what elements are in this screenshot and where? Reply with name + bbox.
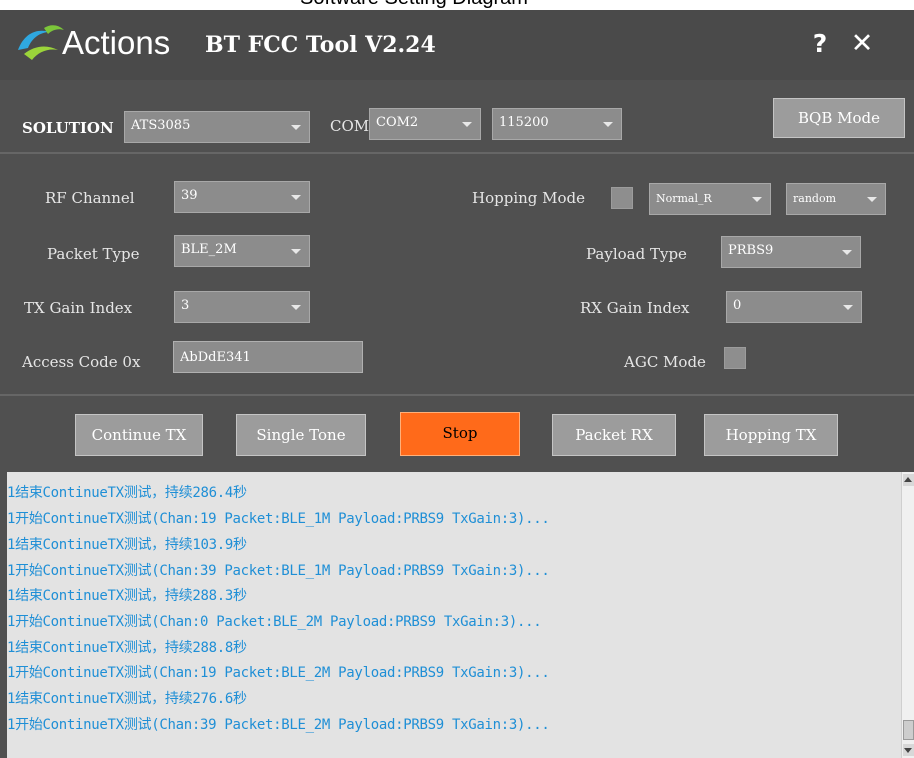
hopping-type-select[interactable]: Normal_R <box>649 183 771 215</box>
log-line: 1结束ContinueTX测试，持续286.4秒 <box>7 485 247 501</box>
single-tone-button[interactable]: Single Tone <box>236 414 366 456</box>
app-window: Actions BT FCC Tool V2.24 ? ✕ SOLUTION A… <box>0 10 914 758</box>
hopping-type-value: Normal_R <box>656 192 712 205</box>
log-line: 1开始ContinueTX测试(Chan:0 Packet:BLE_2M Pay… <box>7 614 542 630</box>
agc-mode-label: AGC Mode <box>624 353 706 371</box>
chevron-down-icon <box>843 305 853 310</box>
help-button[interactable]: ? <box>802 24 838 64</box>
close-button[interactable]: ✕ <box>844 24 880 64</box>
app-name: Actions <box>62 24 171 61</box>
app-version-title: BT FCC Tool V2.24 <box>205 32 436 58</box>
tx-gain-select[interactable]: 3 <box>174 291 310 323</box>
tx-gain-label: TX Gain Index <box>24 299 133 317</box>
com-port-select[interactable]: COM2 <box>369 108 481 140</box>
divider <box>0 394 914 396</box>
log-line: 1开始ContinueTX测试(Chan:39 Packet:BLE_2M Pa… <box>7 717 550 733</box>
payload-type-value: PRBS9 <box>728 243 774 258</box>
chevron-down-icon <box>867 197 877 202</box>
chevron-down-icon <box>291 195 301 200</box>
access-code-label: Access Code 0x <box>22 353 141 371</box>
packet-type-label: Packet Type <box>47 245 140 263</box>
chevron-down-icon <box>842 250 852 255</box>
solution-select[interactable]: ATS3085 <box>124 111 310 143</box>
chevron-down-icon <box>291 305 301 310</box>
chevron-down-icon <box>291 125 301 130</box>
baud-rate-select[interactable]: 115200 <box>492 108 622 140</box>
chevron-down-icon <box>752 197 762 202</box>
com-port-value: COM2 <box>376 115 419 130</box>
solution-label: SOLUTION <box>22 119 114 137</box>
divider <box>0 152 914 154</box>
log-line: 1结束ContinueTX测试，持续288.3秒 <box>7 588 247 604</box>
com-label: COM <box>330 117 370 135</box>
chevron-down-icon <box>462 122 472 127</box>
payload-type-label: Payload Type <box>586 245 687 263</box>
hopping-order-value: random <box>793 192 836 205</box>
title-bar: Actions BT FCC Tool V2.24 ? ✕ <box>0 10 914 80</box>
baud-rate-value: 115200 <box>499 115 549 130</box>
caption-text: Software Setting Diagram <box>300 0 528 10</box>
log-line: 1开始ContinueTX测试(Chan:19 Packet:BLE_2M Pa… <box>7 665 550 681</box>
payload-type-select[interactable]: PRBS9 <box>721 236 861 268</box>
rf-channel-value: 39 <box>181 188 198 203</box>
figure-caption: Software Setting Diagram <box>0 0 914 10</box>
bqb-mode-button[interactable]: BQB Mode <box>773 98 905 138</box>
log-line: 1开始ContinueTX测试(Chan:19 Packet:BLE_1M Pa… <box>7 511 550 527</box>
hopping-order-select[interactable]: random <box>786 183 886 215</box>
tx-gain-value: 3 <box>181 298 190 313</box>
packet-type-value: BLE_2M <box>181 242 237 257</box>
log-line: 1结束ContinueTX测试，持续103.9秒 <box>7 537 247 553</box>
log-scrollbar[interactable] <box>901 472 914 758</box>
scroll-thumb[interactable] <box>903 720 914 740</box>
hopping-mode-label: Hopping Mode <box>472 189 586 207</box>
log-line: 1结束ContinueTX测试，持续288.8秒 <box>7 640 247 656</box>
solution-value: ATS3085 <box>131 118 191 133</box>
rf-channel-label: RF Channel <box>45 189 135 207</box>
stop-button[interactable]: Stop <box>400 412 520 456</box>
continue-tx-button[interactable]: Continue TX <box>75 414 203 456</box>
log-line: 1开始ContinueTX测试(Chan:39 Packet:BLE_1M Pa… <box>7 563 550 579</box>
hopping-mode-checkbox[interactable] <box>611 187 633 209</box>
packet-rx-button[interactable]: Packet RX <box>552 414 676 456</box>
log-line: 1结束ContinueTX测试，持续276.6秒 <box>7 691 247 707</box>
packet-type-select[interactable]: BLE_2M <box>174 235 310 267</box>
rf-channel-select[interactable]: 39 <box>174 181 310 213</box>
access-code-input[interactable] <box>174 342 362 372</box>
scroll-up-icon[interactable] <box>903 474 914 486</box>
rx-gain-label: RX Gain Index <box>580 299 690 317</box>
hopping-tx-button[interactable]: Hopping TX <box>704 414 838 456</box>
rx-gain-value: 0 <box>733 298 742 313</box>
agc-mode-checkbox[interactable] <box>724 347 746 369</box>
log-output[interactable]: 1结束ContinueTX测试，持续286.4秒 1开始ContinueTX测试… <box>7 472 901 758</box>
chevron-down-icon <box>603 122 613 127</box>
chevron-down-icon <box>291 249 301 254</box>
rx-gain-select[interactable]: 0 <box>726 291 862 323</box>
scroll-down-icon[interactable] <box>903 744 914 756</box>
access-code-field[interactable] <box>173 341 363 373</box>
